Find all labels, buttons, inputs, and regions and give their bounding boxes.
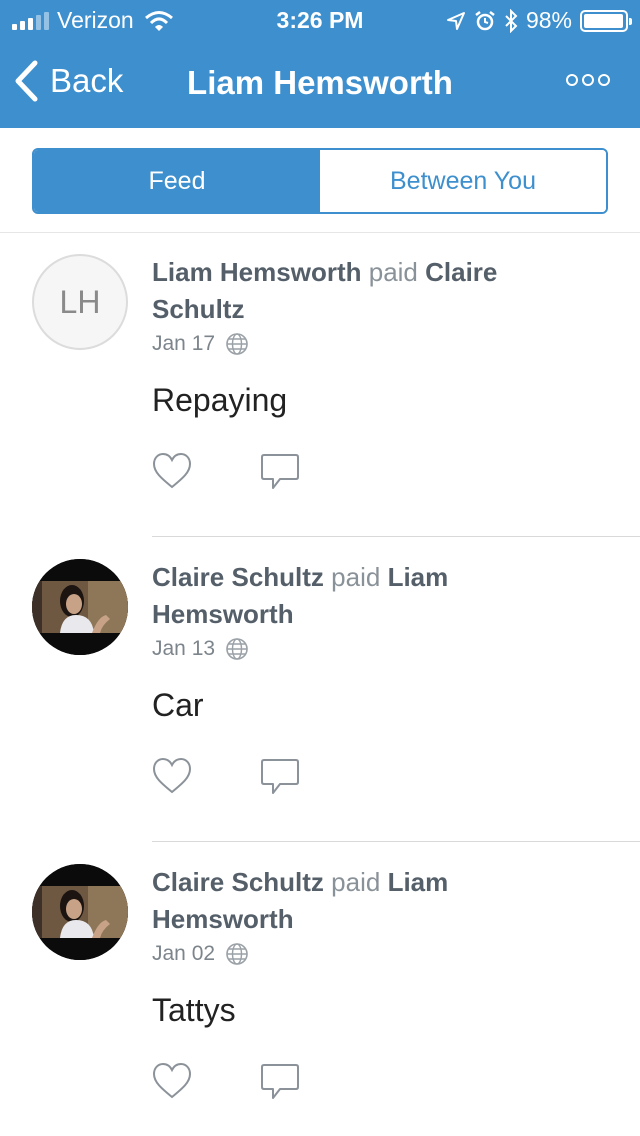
transaction-actions: [152, 452, 300, 492]
transaction-meta: Jan 17: [152, 332, 249, 356]
globe-icon: [226, 638, 248, 660]
transaction-headline: Liam Hemsworth paid Claire Schultz: [152, 254, 592, 328]
feed-item: LH Liam Hemsworth paid Claire Schultz Ja…: [0, 232, 640, 537]
back-label: Back: [50, 62, 124, 99]
transaction-verb: paid: [331, 867, 381, 897]
avatar[interactable]: [32, 864, 128, 960]
transaction-date: Jan 17: [152, 332, 216, 355]
alarm-icon: [475, 10, 495, 30]
payer-name[interactable]: Claire Schultz: [152, 867, 324, 897]
tab-between-you[interactable]: Between You: [320, 150, 606, 212]
globe-icon: [226, 943, 248, 965]
battery-icon: [580, 9, 632, 32]
navigation-bar: Back Liam Hemsworth: [0, 40, 640, 128]
payer-name[interactable]: Liam Hemsworth: [152, 257, 362, 287]
avatar[interactable]: [32, 559, 128, 655]
transaction-verb: paid: [331, 562, 381, 592]
bluetooth-icon: [505, 8, 518, 33]
like-heart-icon[interactable]: [152, 757, 192, 795]
comment-bubble-icon[interactable]: [260, 757, 300, 797]
chevron-left-icon: [15, 60, 38, 102]
location-arrow-icon: [446, 11, 465, 30]
transaction-date: Jan 02: [152, 942, 216, 965]
transaction-headline: Claire Schultz paid Liam Hemsworth: [152, 864, 592, 938]
comment-bubble-icon[interactable]: [260, 452, 300, 492]
transaction-note: Car: [152, 687, 204, 723]
transaction-meta: Jan 13: [152, 637, 249, 661]
avatar[interactable]: LH: [32, 254, 128, 350]
transaction-date: Jan 13: [152, 637, 216, 660]
tab-feed[interactable]: Feed: [34, 150, 320, 212]
more-icon[interactable]: [566, 74, 610, 86]
status-right: 98%: [446, 7, 632, 34]
comment-bubble-icon[interactable]: [260, 1062, 300, 1102]
back-button[interactable]: Back: [14, 60, 123, 102]
payer-name[interactable]: Claire Schultz: [152, 562, 324, 592]
profile-photo: [32, 864, 128, 960]
like-heart-icon[interactable]: [152, 1062, 192, 1100]
like-heart-icon[interactable]: [152, 452, 192, 490]
transaction-note: Tattys: [152, 992, 236, 1028]
globe-icon: [226, 333, 248, 355]
feed-item: Claire Schultz paid Liam Hemsworth Jan 1…: [0, 537, 640, 842]
segmented-control: Feed Between You: [32, 148, 608, 214]
feed-item: Claire Schultz paid Liam Hemsworth Jan 0…: [0, 842, 640, 1136]
transaction-headline: Claire Schultz paid Liam Hemsworth: [152, 559, 592, 633]
transaction-note: Repaying: [152, 382, 288, 418]
profile-photo: [32, 559, 128, 655]
transaction-meta: Jan 02: [152, 942, 249, 966]
transaction-verb: paid: [368, 257, 418, 287]
transaction-actions: [152, 1062, 300, 1102]
battery-percent: 98%: [525, 7, 572, 33]
transaction-actions: [152, 757, 300, 797]
status-bar: Verizon 3:26 PM 98%: [0, 0, 640, 40]
top-bar: Verizon 3:26 PM 98% Back Liam Hemsworth: [0, 0, 640, 128]
